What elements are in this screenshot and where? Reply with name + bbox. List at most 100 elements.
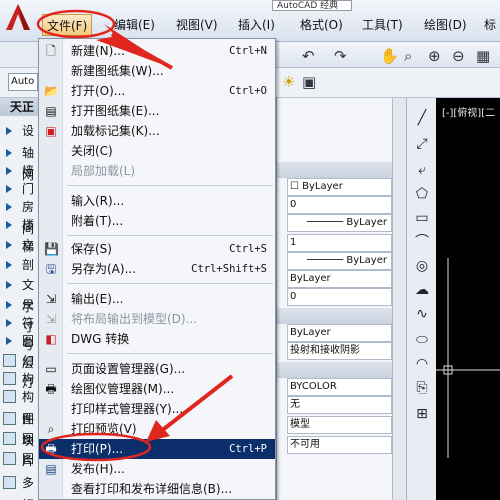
expand-arrow-icon: [6, 301, 12, 309]
menu-item-close[interactable]: 关闭(C): [39, 141, 275, 161]
prop-color-value[interactable]: ☐ ByLayer: [287, 178, 392, 196]
prop-plot-space-value[interactable]: 模型: [287, 416, 392, 434]
zoom-realtime-icon[interactable]: ⌕: [404, 47, 412, 65]
arc-icon[interactable]: ⌒: [412, 232, 432, 252]
props-section-header[interactable]: [277, 362, 392, 378]
tool-icon: [3, 354, 16, 367]
prop-linetype-scale-value[interactable]: 1: [287, 234, 392, 252]
menu-file[interactable]: 文件(F): [42, 14, 93, 36]
menu-item-open[interactable]: 📂 打开(O)... Ctrl+O: [39, 81, 275, 101]
autocad-logo-icon[interactable]: [2, 2, 34, 32]
polygon-icon[interactable]: ⬠: [412, 184, 432, 204]
menu-item-save-as[interactable]: 🖫 另存为(A)... Ctrl+Shift+S: [39, 259, 275, 279]
prop-linetype-value[interactable]: ────── ByLayer: [287, 214, 392, 232]
props-section-header[interactable]: [277, 308, 392, 324]
menu-item-plot-preview[interactable]: ⌕ 打印预览(V): [39, 419, 275, 439]
menu-item-page-setup[interactable]: ▭ 页面设置管理器(G)...: [39, 359, 275, 379]
palette-item[interactable]: 设: [0, 120, 42, 142]
workspace-field[interactable]: Auto: [8, 73, 38, 91]
lineweight-sample-icon: ──────: [307, 255, 347, 266]
prop-layer-value[interactable]: 0: [287, 196, 392, 214]
redo-icon[interactable]: ↷: [334, 47, 347, 65]
drawing-canvas[interactable]: [-][俯视][二: [436, 98, 500, 500]
menu-item-attach[interactable]: 附着(T)...: [39, 211, 275, 231]
menu-item-new[interactable]: 🗋 新建(N)... Ctrl+N: [39, 41, 275, 61]
tool-icon: [3, 432, 16, 445]
make-block-icon[interactable]: ⊞: [412, 404, 432, 424]
zoom-window-icon[interactable]: ⊕: [428, 47, 441, 65]
rectangle-icon[interactable]: ▭: [412, 208, 432, 228]
menu-item-save[interactable]: 💾 保存(S) Ctrl+S: [39, 239, 275, 259]
properties-icon[interactable]: ▦: [476, 47, 490, 65]
menu-item-new-sheetset[interactable]: 新建图纸集(W)...: [39, 61, 275, 81]
menu-item-plot-style-manager[interactable]: 打印样式管理器(Y)...: [39, 399, 275, 419]
palette-item[interactable]: 楼梯: [0, 214, 42, 254]
layers-toolbar-right: ☀ ▣: [276, 68, 500, 98]
prop-plot-type-value[interactable]: 不可用: [287, 436, 392, 454]
viewport-label[interactable]: [-][俯视][二: [442, 104, 495, 119]
zoom-previous-icon[interactable]: ⊖: [452, 47, 465, 65]
undo-icon[interactable]: ↶: [302, 47, 315, 65]
menu-item-load-markup[interactable]: ▣ 加载标记集(K)...: [39, 121, 275, 141]
palette-item[interactable]: 多视: [0, 472, 42, 500]
ucs-crosshair-icon: [436, 258, 500, 458]
menu-item-plotter-manager[interactable]: 🖶 绘图仪管理器(M)...: [39, 379, 275, 399]
menu-item-plot-publish-details[interactable]: 查看打印和发布详细信息(B)...: [39, 479, 275, 499]
menu-insert[interactable]: 插入(I): [234, 14, 279, 36]
menu-item-partial-load: 局部加载(L): [71, 164, 136, 178]
construction-line-icon[interactable]: ⤢: [412, 134, 432, 154]
menu-draw[interactable]: 绘图(D): [420, 14, 471, 36]
pan-icon[interactable]: ✋: [380, 47, 399, 65]
prop-plotstyle-table-value[interactable]: 无: [287, 396, 392, 414]
spline-icon[interactable]: ∿: [412, 304, 432, 324]
expand-arrow-icon: [6, 167, 12, 175]
prop-transparency-value[interactable]: ByLayer: [287, 270, 392, 288]
menu-item-plot[interactable]: 🖶 打印(P)... Ctrl+P: [39, 439, 275, 459]
prop-material-value[interactable]: ByLayer: [287, 324, 392, 342]
preview-icon: ⌕: [47, 422, 55, 436]
menu-format[interactable]: 格式(O): [296, 14, 347, 36]
menu-edit[interactable]: 编辑(E): [110, 14, 159, 36]
menu-item-open-sheetset[interactable]: ▤ 打开图纸集(E)...: [39, 101, 275, 121]
ellipse-icon[interactable]: ⬭: [412, 330, 432, 350]
palette-item[interactable]: 文字: [0, 274, 42, 314]
line-icon[interactable]: ╱: [412, 108, 432, 128]
new-icon: 🗋: [46, 44, 56, 58]
prop-shadow-value[interactable]: 投射和接收阴影: [287, 342, 392, 360]
menu-item-dwg-convert[interactable]: ◧ DWG 转换: [39, 329, 275, 349]
menu-item-import[interactable]: 输入(R)...: [39, 191, 275, 211]
revision-cloud-icon[interactable]: ☁: [412, 280, 432, 300]
draw-toolbar: ╱ ⤢ ⤶ ⬠ ▭ ⌒ ◎ ☁ ∿ ⬭ ◠ ⎘ ⊞: [406, 98, 436, 500]
prop-lineweight-value[interactable]: ────── ByLayer: [287, 252, 392, 270]
palette-item[interactable]: 图块: [0, 408, 42, 448]
expand-arrow-icon: [6, 337, 12, 345]
workspace-selector[interactable]: AutoCAD 经典: [272, 0, 352, 11]
menu-dimension[interactable]: 标: [480, 14, 500, 36]
props-scrollbar[interactable]: [392, 98, 407, 500]
palette-item[interactable]: 图: [0, 448, 42, 470]
menu-item-publish[interactable]: ▤ 发布(H)...: [39, 459, 275, 479]
palette-item[interactable]: 立: [0, 234, 42, 256]
props-section-header[interactable]: [277, 162, 392, 178]
sun-icon[interactable]: ☀: [282, 73, 295, 91]
menu-item-export[interactable]: ⇲ 输出(E)...: [39, 289, 275, 309]
menu-tools[interactable]: 工具(T): [358, 14, 407, 36]
layer-state-icon[interactable]: ▣: [302, 73, 316, 91]
expand-arrow-icon: [6, 127, 12, 135]
palette-item[interactable]: 剖: [0, 254, 42, 276]
menu-separator: [67, 235, 273, 236]
circle-icon[interactable]: ◎: [412, 256, 432, 276]
palette-item[interactable]: 图层: [0, 330, 42, 370]
expand-arrow-icon: [6, 221, 12, 229]
menu-view[interactable]: 视图(V): [172, 14, 222, 36]
ellipse-arc-icon[interactable]: ◠: [412, 354, 432, 374]
insert-block-icon[interactable]: ⎘: [412, 378, 432, 398]
prop-plotstyle-value[interactable]: BYCOLOR: [287, 378, 392, 396]
save-as-icon: 🖫: [45, 262, 57, 276]
polyline-icon[interactable]: ⤶: [412, 160, 432, 180]
expand-arrow-icon: [6, 261, 12, 269]
prop-thickness-value[interactable]: 0: [287, 288, 392, 306]
tangent-palette: 天正 设 轴网 墙 门 房间 楼梯 立 剖 文字 尺寸 符号 图层 幻灯 构 构…: [0, 98, 42, 500]
palette-item[interactable]: 构件: [0, 386, 42, 426]
palette-item[interactable]: 图片: [0, 428, 42, 468]
